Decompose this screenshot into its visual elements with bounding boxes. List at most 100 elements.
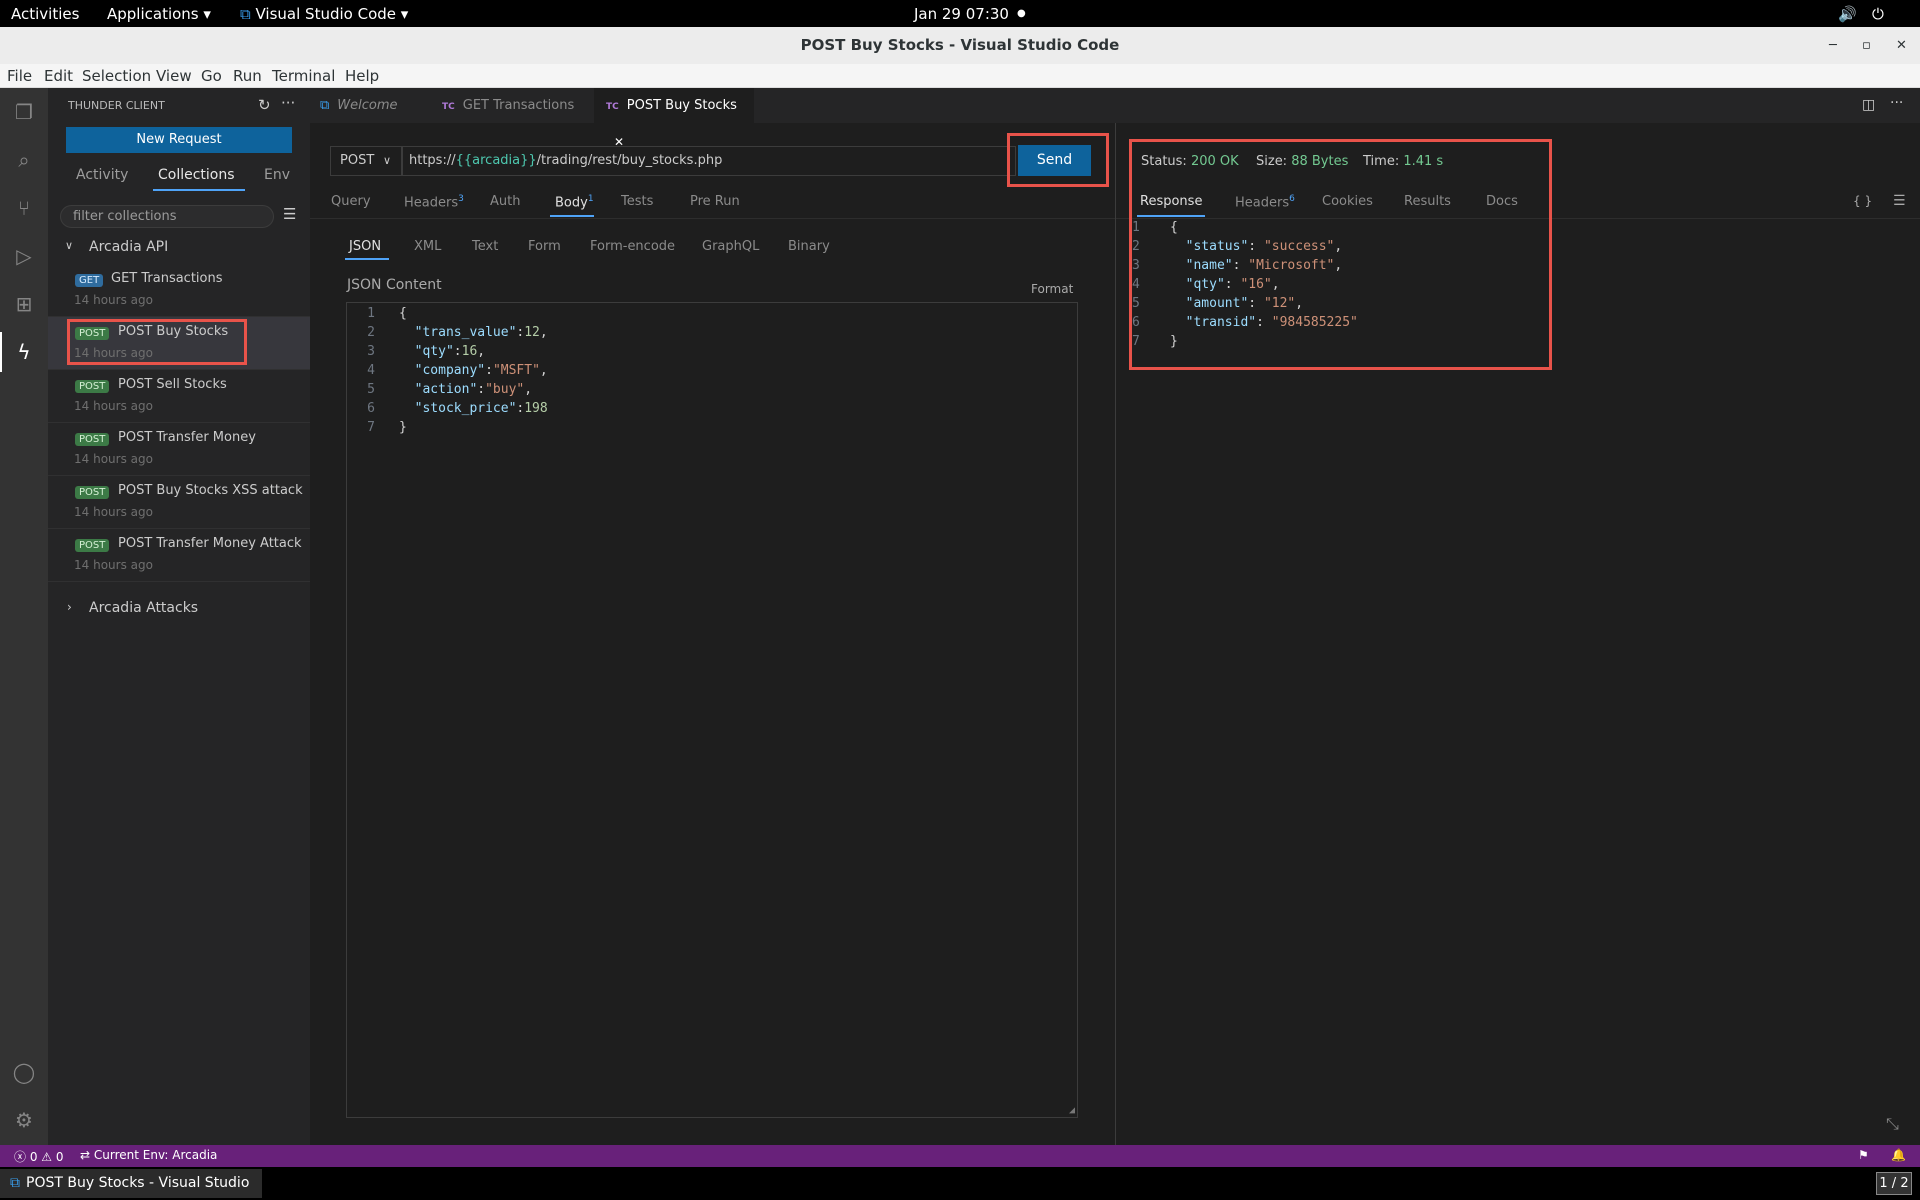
request-time: 14 hours ago xyxy=(74,399,153,413)
highlight-box xyxy=(67,319,247,365)
more-actions-icon[interactable]: ··· xyxy=(1890,95,1903,111)
tab-env[interactable]: Env xyxy=(264,167,290,183)
source-control-icon[interactable]: ⑂ xyxy=(12,196,36,220)
code-line: "company":"MSFT", xyxy=(414,363,548,378)
menu-run[interactable]: Run xyxy=(233,67,262,85)
activities-button[interactable]: Activities xyxy=(11,5,79,23)
bell-icon[interactable]: 🔔 xyxy=(1891,1148,1906,1162)
url-prefix: https:// xyxy=(409,153,456,168)
line-number: 5 xyxy=(367,382,375,397)
filter-collections-input[interactable]: filter collections xyxy=(60,205,274,228)
sort-menu-icon[interactable]: ☰ xyxy=(283,205,296,223)
body-type-text[interactable]: Text xyxy=(472,239,498,254)
menu-selection[interactable]: Selection xyxy=(82,67,151,85)
json-content-label: JSON Content xyxy=(347,277,442,293)
menu-lines-icon[interactable]: ☰ xyxy=(1893,193,1906,209)
code-line: } xyxy=(399,420,407,435)
menu-view[interactable]: View xyxy=(156,67,192,85)
applications-label: Applications xyxy=(107,5,199,23)
collection-arcadia-api[interactable]: ∨ Arcadia API xyxy=(48,237,310,263)
response-highlight-box xyxy=(1129,139,1552,370)
refresh-icon[interactable]: ↻ xyxy=(258,96,271,114)
vscode-icon: ⧉ xyxy=(240,5,251,23)
extensions-icon[interactable]: ⊞ xyxy=(12,292,36,316)
feedback-icon[interactable]: ⚑ xyxy=(1858,1148,1869,1162)
applications-menu[interactable]: Applications ▾ xyxy=(107,5,211,23)
tab-get-transactions[interactable]: TC GET Transactions xyxy=(442,88,592,123)
problems-indicator[interactable]: ⓧ 0 ⚠ 0 xyxy=(14,1148,64,1165)
method-badge: GET xyxy=(75,274,104,287)
tab-tests[interactable]: Tests xyxy=(621,194,653,209)
more-actions-icon[interactable]: ··· xyxy=(281,94,295,112)
split-editor-icon[interactable]: ◫ xyxy=(1862,97,1875,113)
status-bar: ⓧ 0 ⚠ 0 ⇄ Current Env: Arcadia ⚑ 🔔 xyxy=(0,1145,1920,1167)
resize-handle-icon[interactable]: ◢ xyxy=(1069,1105,1075,1116)
url-input[interactable]: https://{{arcadia}}/trading/rest/buy_sto… xyxy=(402,146,1016,176)
tab-pre-run[interactable]: Pre Run xyxy=(690,194,740,209)
body-type-binary[interactable]: Binary xyxy=(788,239,830,254)
format-button[interactable]: Format xyxy=(1031,282,1073,296)
settings-gear-icon[interactable]: ⚙ xyxy=(12,1108,36,1132)
request-time: 14 hours ago xyxy=(74,558,153,572)
send-highlight-box xyxy=(1007,133,1109,187)
method-select[interactable]: POST ∨ xyxy=(330,146,402,176)
list-item[interactable]: POST POST Transfer Money 14 hours ago xyxy=(48,423,310,476)
line-number: 6 xyxy=(367,401,375,416)
tab-activity[interactable]: Activity xyxy=(76,167,128,183)
tab-headers[interactable]: Headers3 xyxy=(404,194,464,210)
body-type-form-encode[interactable]: Form-encode xyxy=(590,239,675,254)
json-editor[interactable]: 1 2 3 4 5 6 7 { "trans_value":12, "qty":… xyxy=(346,302,1078,1118)
menu-file[interactable]: File xyxy=(7,67,32,85)
account-icon[interactable]: ◯ xyxy=(12,1060,36,1084)
body-type-json[interactable]: JSON xyxy=(349,239,381,254)
taskbar-window-button[interactable]: ⧉ POST Buy Stocks - Visual Studio C... xyxy=(0,1169,262,1198)
app-label: Visual Studio Code xyxy=(255,5,397,23)
taskbar-window-label: POST Buy Stocks - Visual Studio C... xyxy=(26,1175,250,1191)
list-item[interactable]: POST POST Transfer Money Attack 14 hours… xyxy=(48,529,310,582)
code-line: "stock_price":198 xyxy=(414,401,548,416)
braces-icon[interactable]: { } xyxy=(1853,194,1872,208)
explorer-icon[interactable]: ❐ xyxy=(12,100,36,124)
tab-post-buy-stocks[interactable]: TC POST Buy Stocks ✕ xyxy=(594,88,754,149)
tab-body[interactable]: Body1 xyxy=(555,194,594,210)
request-name: POST Sell Stocks xyxy=(118,377,227,392)
tab-label: Headers xyxy=(404,195,459,211)
editor-tabs: ⧉ Welcome TC GET Transactions TC POST Buy S… xyxy=(310,88,1920,149)
list-item[interactable]: POST POST Sell Stocks 14 hours ago xyxy=(48,370,310,423)
clock[interactable]: Jan 29 07:30 xyxy=(914,5,1009,23)
vscode-icon: ⧉ xyxy=(10,1175,20,1191)
tab-welcome[interactable]: ⧉ Welcome xyxy=(320,88,432,123)
menu-terminal[interactable]: Terminal xyxy=(272,67,335,85)
panel-splitter[interactable] xyxy=(1115,123,1116,1145)
search-icon[interactable]: ⌕ xyxy=(12,148,36,172)
menu-help[interactable]: Help xyxy=(345,67,379,85)
list-item[interactable]: GET GET Transactions 14 hours ago xyxy=(48,264,310,317)
body-type-xml[interactable]: XML xyxy=(414,239,441,254)
body-type-graphql[interactable]: GraphQL xyxy=(702,239,759,254)
run-debug-icon[interactable]: ▷ xyxy=(12,244,36,268)
code-line: { xyxy=(399,306,407,321)
app-menu[interactable]: ⧉ Visual Studio Code ▾ xyxy=(240,5,408,23)
power-icon[interactable]: ⏻ xyxy=(1872,5,1884,23)
thunder-client-icon[interactable]: ϟ xyxy=(12,340,36,364)
workspace-indicator[interactable]: 1 / 2 xyxy=(1876,1172,1912,1195)
collection-arcadia-attacks[interactable]: › Arcadia Attacks xyxy=(48,598,310,624)
list-item[interactable]: POST POST Buy Stocks XSS attack 14 hours… xyxy=(48,476,310,529)
tab-collections[interactable]: Collections xyxy=(158,167,235,183)
line-number: 1 xyxy=(367,306,375,321)
volume-icon[interactable]: 🔊 xyxy=(1838,5,1857,23)
menu-edit[interactable]: Edit xyxy=(44,67,73,85)
new-request-button[interactable]: New Request xyxy=(66,127,292,153)
expand-icon[interactable]: ⤡ xyxy=(1886,1114,1899,1134)
method-badge: POST xyxy=(75,486,110,499)
maximize-icon[interactable]: ▫ xyxy=(1862,27,1871,64)
tab-auth[interactable]: Auth xyxy=(490,194,520,209)
close-window-icon[interactable]: ✕ xyxy=(1896,27,1907,64)
menu-go[interactable]: Go xyxy=(201,67,222,85)
body-type-form[interactable]: Form xyxy=(528,239,561,254)
tab-query[interactable]: Query xyxy=(331,194,371,209)
current-env[interactable]: ⇄ Current Env: Arcadia xyxy=(80,1148,217,1162)
list-item-selected[interactable]: POST POST Buy Stocks 14 hours ago xyxy=(48,317,310,370)
request-time: 14 hours ago xyxy=(74,293,153,307)
minimize-icon[interactable]: ─ xyxy=(1829,27,1837,64)
